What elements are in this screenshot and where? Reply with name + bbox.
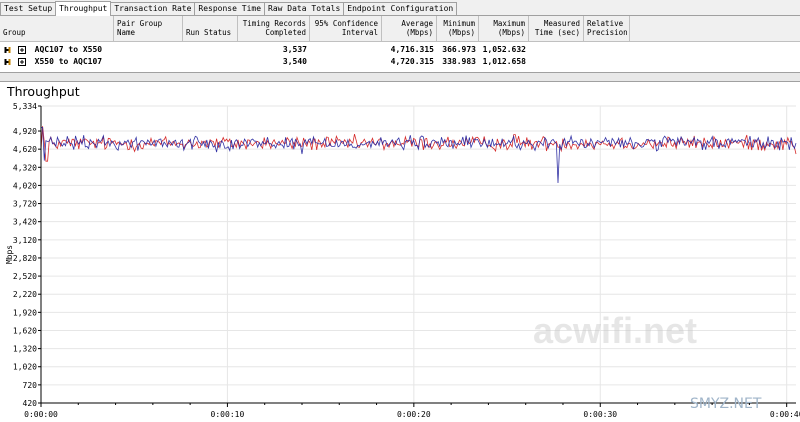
x-tick-label: 0:00:30 xyxy=(583,410,617,419)
column-header-label: Name xyxy=(117,28,136,37)
throughput-chart: 5,334 4,920 4,620 4,320 4,020 3,720 3,420 3,120… xyxy=(5,102,800,419)
average-cell: 4,720.315 xyxy=(390,57,434,66)
column-header-pair-group-name[interactable]: Pair Group Name xyxy=(114,16,183,42)
column-header-label: 95% Confidence xyxy=(314,19,378,28)
watermark-acwifi: acwifi.net xyxy=(533,310,698,351)
column-header-label: Measured xyxy=(543,19,580,28)
x-axis-ticks: 0:00:00 0:00:10 0:00:20 0:00:30 0:00:40 xyxy=(24,403,800,419)
minimum-cell: 366.973 xyxy=(442,45,476,54)
y-tick-label: 1,320 xyxy=(13,345,37,354)
column-header-label: Minimum xyxy=(443,19,475,28)
column-header-label: Timing Records xyxy=(242,19,306,28)
minimum-cell: 338.983 xyxy=(442,57,476,66)
column-header-label: Interval xyxy=(341,28,378,37)
maximum-cell: 1,012.658 xyxy=(482,57,526,66)
y-axis-label: Mbps xyxy=(5,245,14,264)
group-name: X550 to AQC107 xyxy=(34,57,103,66)
column-header-maximum[interactable]: Maximum (Mbps) xyxy=(479,16,529,42)
measured-time-cell xyxy=(529,44,584,56)
y-tick-label: 4,320 xyxy=(13,163,37,172)
column-header-minimum[interactable]: Minimum (Mbps) xyxy=(437,16,479,42)
y-tick-label: 420 xyxy=(23,399,38,408)
average-cell: 4,716.315 xyxy=(390,45,434,54)
tab-raw-data-totals[interactable]: Raw Data Totals xyxy=(264,2,345,15)
relative-precision-cell xyxy=(584,56,630,68)
y-axis-ticks: 5,334 4,920 4,620 4,320 4,020 3,720 3,420 3,120… xyxy=(13,102,41,408)
results-tab-bar: Test Setup Throughput Transaction Rate R… xyxy=(0,0,800,16)
pair-group-icon xyxy=(4,45,11,54)
timing-records-cell: 3,540 xyxy=(282,57,307,66)
column-header-timing-records[interactable]: Timing Records Completed xyxy=(238,16,310,42)
relative-precision-cell xyxy=(584,44,630,56)
column-header-label: Run Status xyxy=(186,28,232,37)
column-header-label: Pair Group xyxy=(117,19,163,28)
chart-gridlines xyxy=(41,105,796,404)
splitter-bar[interactable] xyxy=(0,72,800,82)
tab-throughput[interactable]: Throughput xyxy=(55,1,112,16)
column-header-measured-time[interactable]: Measured Time (sec) xyxy=(529,16,584,42)
plot-area xyxy=(41,106,796,403)
column-header-group[interactable]: Group xyxy=(0,16,114,42)
y-tick-label: 2,220 xyxy=(13,290,37,299)
column-header-label: (Mbps) xyxy=(405,28,433,37)
y-tick-label: 3,120 xyxy=(13,236,37,245)
pair-group-name-cell xyxy=(114,56,183,68)
tab-response-time[interactable]: Response Time xyxy=(194,2,266,15)
timing-records-cell: 3,537 xyxy=(282,45,307,54)
pair-group-icon xyxy=(4,57,11,66)
maximum-cell: 1,052.632 xyxy=(482,45,526,54)
group-cell: AQC107 to X550 xyxy=(0,44,114,56)
confidence-interval-cell xyxy=(310,56,382,68)
column-header-label: Group xyxy=(3,28,26,37)
group-cell: X550 to AQC107 xyxy=(0,56,114,68)
column-header-run-status[interactable]: Run Status xyxy=(183,16,238,42)
column-header-label: Time (sec) xyxy=(534,28,580,37)
run-status-cell xyxy=(183,56,238,68)
column-header-label: Completed xyxy=(265,28,306,37)
y-tick-label: 3,420 xyxy=(13,218,37,227)
column-header-label: Maximum xyxy=(493,19,525,28)
column-header-label: Average xyxy=(401,19,433,28)
x-tick-label: 0:00:10 xyxy=(211,410,245,419)
column-header-label: (Mbps) xyxy=(497,28,525,37)
y-tick-label: 4,920 xyxy=(13,127,37,136)
column-header-label: Relative xyxy=(587,19,624,28)
x-tick-label: 0:00:40 xyxy=(770,410,800,419)
x-tick-label: 0:00:00 xyxy=(24,410,58,419)
chart-title: Throughput xyxy=(7,84,80,99)
confidence-interval-cell xyxy=(310,44,382,56)
y-tick-label: 5,334 xyxy=(13,102,37,111)
table-row[interactable]: X550 to AQC107 3,540 4,720.315 338.983 1… xyxy=(0,56,800,68)
y-tick-label: 3,720 xyxy=(13,200,37,209)
group-name: AQC107 to X550 xyxy=(34,45,103,54)
column-header-confidence-interval[interactable]: 95% Confidence Interval xyxy=(310,16,382,42)
y-tick-label: 1,620 xyxy=(13,326,37,335)
tab-transaction-rate[interactable]: Transaction Rate xyxy=(110,2,196,15)
y-tick-label: 4,020 xyxy=(13,181,37,190)
y-tick-label: 4,620 xyxy=(13,145,37,154)
pair-group-name-cell xyxy=(114,44,183,56)
run-status-cell xyxy=(183,44,238,56)
watermark-smyz: SMYZ.NET xyxy=(690,396,762,412)
endpoint-test-results-window: Test Setup Throughput Transaction Rate R… xyxy=(0,0,800,422)
column-header-filler xyxy=(630,16,800,42)
column-header-average[interactable]: Average (Mbps) xyxy=(382,16,437,42)
results-table: Group Pair Group Name Run Status Timing R… xyxy=(0,16,800,70)
y-tick-label: 1,920 xyxy=(13,308,37,317)
column-header-label: Precision xyxy=(587,28,628,37)
table-row[interactable]: AQC107 to X550 3,537 4,716.315 366.973 1… xyxy=(0,44,800,56)
y-tick-label: 1,020 xyxy=(13,363,37,372)
measured-time-cell xyxy=(529,56,584,68)
y-tick-label: 2,520 xyxy=(13,272,37,281)
tab-endpoint-configuration[interactable]: Endpoint Configuration xyxy=(343,2,458,15)
column-header-label: (Mbps) xyxy=(447,28,475,37)
x-tick-label: 0:00:20 xyxy=(397,410,431,419)
y-tick-label: 720 xyxy=(23,381,38,390)
table-header-row: Group Pair Group Name Run Status Timing R… xyxy=(0,16,800,42)
y-tick-label: 2,820 xyxy=(13,254,37,263)
expand-collapse-icon[interactable] xyxy=(17,45,26,54)
tab-test-setup[interactable]: Test Setup xyxy=(0,2,57,15)
expand-collapse-icon[interactable] xyxy=(17,57,26,66)
column-header-relative-precision[interactable]: Relative Precision xyxy=(584,16,630,42)
